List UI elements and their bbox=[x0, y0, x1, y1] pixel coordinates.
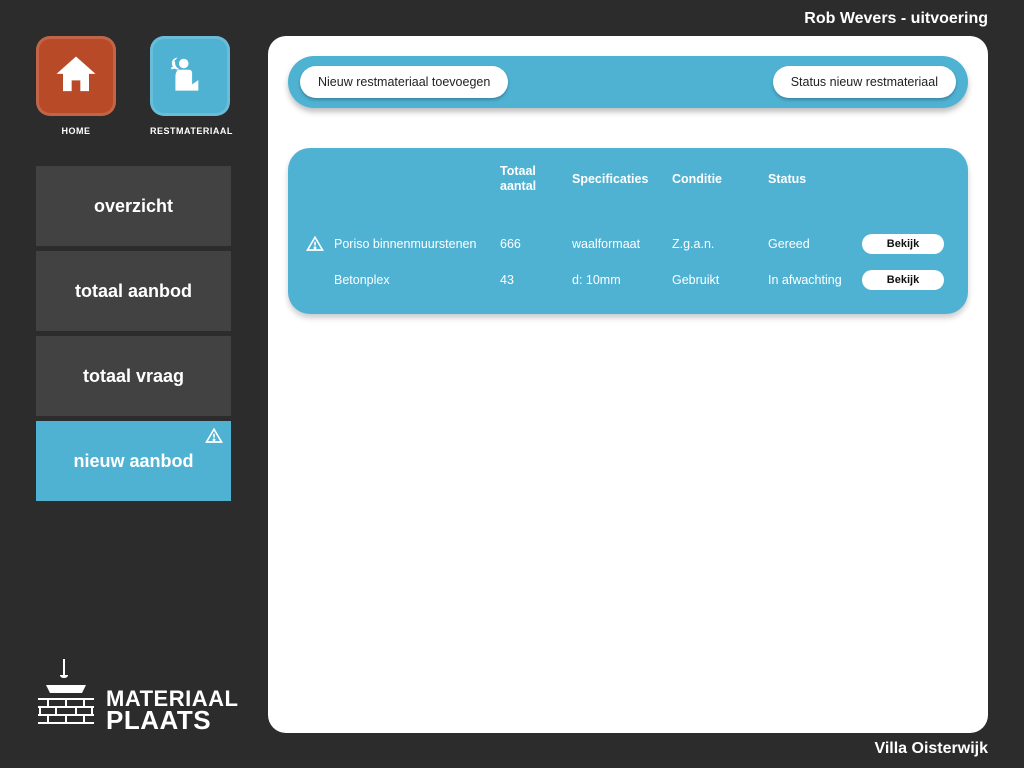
alert-icon bbox=[306, 235, 328, 253]
logo-text: MATERIAAL PLAATS bbox=[106, 689, 238, 732]
cell-specs: waalformaat bbox=[572, 237, 666, 251]
nav-home-label: HOME bbox=[36, 126, 116, 136]
table-header-row: Totaal aantal Specificaties Conditie Sta… bbox=[306, 164, 950, 194]
col-total: Totaal aantal bbox=[500, 164, 566, 194]
nav-icons: HOME ? RESTMATERIAAL bbox=[36, 36, 231, 136]
cell-condition: Gebruikt bbox=[672, 273, 762, 287]
col-status: Status bbox=[768, 172, 856, 187]
sidebar-item-nieuw-aanbod[interactable]: nieuw aanbod bbox=[36, 421, 231, 501]
sidebar-item-label: totaal vraag bbox=[83, 366, 184, 387]
toolbar: Nieuw restmateriaal toevoegen Status nie… bbox=[288, 56, 968, 108]
nav-home[interactable]: HOME bbox=[36, 36, 116, 136]
home-icon bbox=[36, 36, 116, 116]
cell-total: 666 bbox=[500, 237, 566, 251]
cell-status: Gereed bbox=[768, 237, 856, 251]
sidebar-menu: overzicht totaal aanbod totaal vraag nie… bbox=[36, 166, 231, 501]
restmateriaal-icon: ? bbox=[150, 36, 230, 116]
cell-name: Betonplex bbox=[334, 273, 494, 287]
footer-location: Villa Oisterwijk bbox=[874, 740, 988, 758]
cell-status: In afwachting bbox=[768, 273, 856, 287]
nav-rest-label: RESTMATERIAAL bbox=[150, 126, 230, 136]
materials-table: Totaal aantal Specificaties Conditie Sta… bbox=[288, 148, 968, 314]
col-specs: Specificaties bbox=[572, 172, 666, 187]
status-restmateriaal-button[interactable]: Status nieuw restmateriaal bbox=[773, 66, 956, 98]
cell-total: 43 bbox=[500, 273, 566, 287]
sidebar-item-totaal-aanbod[interactable]: totaal aanbod bbox=[36, 251, 231, 331]
sidebar-item-label: nieuw aanbod bbox=[73, 451, 193, 472]
add-restmateriaal-button[interactable]: Nieuw restmateriaal toevoegen bbox=[300, 66, 508, 98]
table-row: Poriso binnenmuurstenen 666 waalformaat … bbox=[306, 234, 950, 254]
cell-condition: Z.g.a.n. bbox=[672, 237, 762, 251]
view-button[interactable]: Bekijk bbox=[862, 270, 944, 290]
sidebar-item-overzicht[interactable]: overzicht bbox=[36, 166, 231, 246]
sidebar-item-label: totaal aanbod bbox=[75, 281, 192, 302]
nav-restmateriaal[interactable]: ? RESTMATERIAAL bbox=[150, 36, 230, 136]
logo: MATERIAAL PLAATS bbox=[36, 659, 238, 732]
crane-bricks-icon bbox=[36, 659, 96, 732]
svg-text:?: ? bbox=[174, 58, 180, 68]
header-user: Rob Wevers - uitvoering bbox=[804, 10, 988, 28]
sidebar-item-label: overzicht bbox=[94, 196, 173, 217]
col-condition: Conditie bbox=[672, 172, 762, 187]
cell-name: Poriso binnenmuurstenen bbox=[334, 237, 494, 251]
cell-specs: d: 10mm bbox=[572, 273, 666, 287]
logo-line2: PLAATS bbox=[106, 709, 238, 732]
table-row: Betonplex 43 d: 10mm Gebruikt In afwacht… bbox=[306, 270, 950, 290]
sidebar-item-totaal-vraag[interactable]: totaal vraag bbox=[36, 336, 231, 416]
alert-icon bbox=[205, 427, 223, 450]
view-button[interactable]: Bekijk bbox=[862, 234, 944, 254]
sidebar: HOME ? RESTMATERIAAL overzicht totaal aa… bbox=[36, 36, 231, 506]
content-panel: Nieuw restmateriaal toevoegen Status nie… bbox=[268, 36, 988, 733]
